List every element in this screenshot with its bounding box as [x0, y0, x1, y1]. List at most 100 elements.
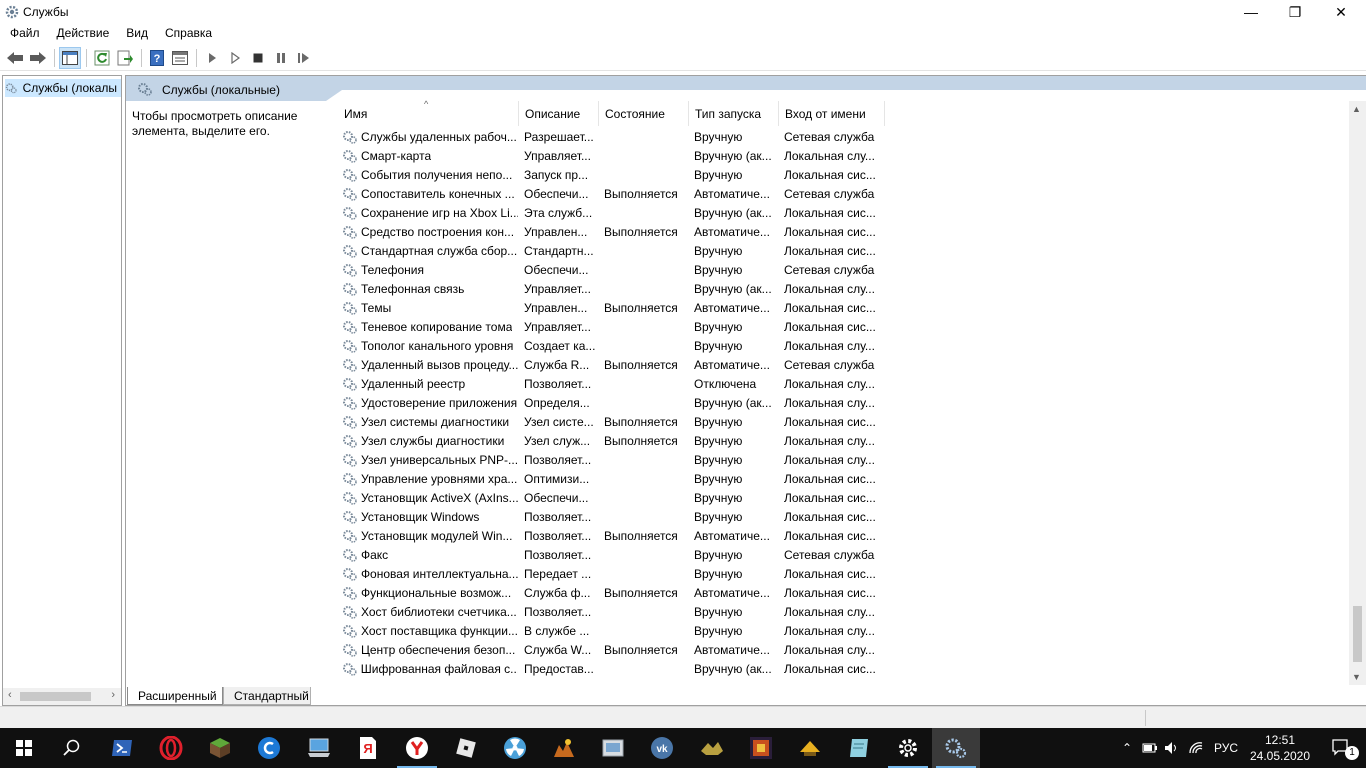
start-alt-button[interactable]	[224, 47, 246, 69]
table-row[interactable]: Средство построения кон... Управлен... Вып…	[338, 222, 884, 241]
taskbar-app-vk[interactable]: vk	[638, 728, 686, 768]
resume-service-button[interactable]	[293, 47, 315, 69]
table-row[interactable]: События получения непо... Запуск пр... Вру…	[338, 165, 884, 184]
taskbar-app-game2[interactable]	[688, 728, 736, 768]
table-row[interactable]: Центр обеспечения безоп... Служба W... Вып…	[338, 640, 884, 659]
console-tree: Службы (локалы ‹ ›	[2, 75, 122, 706]
table-row[interactable]: Фоновая интеллектуальна... Передает ... Вр…	[338, 564, 884, 583]
column-header-logon-as[interactable]: Вход от имени	[779, 101, 885, 126]
back-button[interactable]	[4, 47, 26, 69]
table-row[interactable]: Факс Позволяет... Вручную Сетевая служба	[338, 545, 884, 564]
opera-icon	[159, 736, 183, 760]
start-button[interactable]	[0, 728, 48, 768]
toolbar: ?	[0, 45, 1366, 71]
taskbar-app-yandex-browser[interactable]: Я	[344, 728, 392, 768]
taskbar-app-settings[interactable]	[884, 728, 932, 768]
tab-extended[interactable]: Расширенный	[127, 687, 223, 705]
menu-file[interactable]: Файл	[0, 24, 47, 44]
menu-action[interactable]: Действие	[47, 24, 117, 44]
taskbar-app-computer[interactable]	[295, 728, 343, 768]
show-hidden-icons-icon[interactable]: ⌃	[1118, 741, 1136, 755]
table-row[interactable]: Телефония Обеспечи... Вручную Сетевая служб…	[338, 260, 884, 279]
table-row[interactable]: Телефонная связь Управляет... Вручную (ак.…	[338, 279, 884, 298]
taskbar-app-services[interactable]	[932, 728, 980, 768]
service-description-cell: В службе ...	[524, 623, 590, 638]
taskbar-app-radiation[interactable]	[491, 728, 539, 768]
scroll-thumb[interactable]	[1353, 606, 1362, 662]
column-header-startup-type[interactable]: Тип запуска	[689, 101, 779, 126]
table-row[interactable]: Узел универсальных PNP-... Позволяет... Вр…	[338, 450, 884, 469]
battery-icon[interactable]	[1142, 742, 1158, 754]
table-row[interactable]: Шифрованная файловая с... Предостав... Вру…	[338, 659, 884, 678]
scroll-up-icon[interactable]: ▲	[1352, 104, 1361, 114]
maximize-button[interactable]: ❐	[1272, 0, 1318, 24]
table-row[interactable]: Управление уровнями хра... Оптимизи... Вру…	[338, 469, 884, 488]
service-logon-as-cell: Локальная сис...	[784, 414, 876, 429]
stop-service-button[interactable]	[247, 47, 269, 69]
pause-service-button[interactable]	[270, 47, 292, 69]
table-row[interactable]: Теневое копирование тома Управляет... Вруч…	[338, 317, 884, 336]
minimize-button[interactable]: —	[1228, 0, 1274, 24]
export-list-button[interactable]	[114, 47, 136, 69]
wifi-icon[interactable]	[1188, 741, 1204, 755]
table-row[interactable]: Сопоставитель конечных ... Обеспечи... Вып…	[338, 184, 884, 203]
search-button[interactable]	[48, 728, 96, 768]
taskbar-app-yandex[interactable]	[393, 728, 441, 768]
table-row[interactable]: Темы Управлен... Выполняется Автоматиче... Л…	[338, 298, 884, 317]
services-window: Службы — ❐ ✕ Файл Действие Вид Справка ?	[0, 0, 1366, 728]
taskbar-app-explorer[interactable]	[589, 728, 637, 768]
table-row[interactable]: Узел системы диагностики Узел систе... Вып…	[338, 412, 884, 431]
taskbar-app-powershell[interactable]	[98, 728, 146, 768]
list-vertical-scrollbar[interactable]: ▲ ▼	[1349, 101, 1366, 685]
tree-horizontal-scrollbar[interactable]: ‹ ›	[3, 688, 121, 705]
volume-icon[interactable]	[1164, 741, 1180, 755]
properties-button[interactable]	[169, 47, 191, 69]
language-indicator[interactable]: РУС	[1214, 741, 1238, 755]
table-row[interactable]: Стандартная служба сбор... Стандартн... Вр…	[338, 241, 884, 260]
table-row[interactable]: Удостоверение приложения Определя... Вручн…	[338, 393, 884, 412]
tree-item-services-local[interactable]: Службы (локалы	[5, 79, 121, 97]
table-row[interactable]: Хост библиотеки счетчика... Позволяет... В…	[338, 602, 884, 621]
restore-icon: ❐	[1288, 3, 1302, 20]
table-row[interactable]: Удаленный реестр Позволяет... Отключена Лок…	[338, 374, 884, 393]
column-header-status[interactable]: Состояние	[599, 101, 689, 126]
table-row[interactable]: Тополог канального уровня Создает ка... Вр…	[338, 336, 884, 355]
title-bar[interactable]: Службы — ❐ ✕	[0, 0, 1366, 24]
table-row[interactable]: Узел службы диагностики Узел служ... Выпол…	[338, 431, 884, 450]
table-row[interactable]: Функциональные возмож... Служба ф... Выпол…	[338, 583, 884, 602]
taskbar-app-game3[interactable]	[737, 728, 785, 768]
table-row[interactable]: Хост поставщика функции... В службе ... Вр…	[338, 621, 884, 640]
taskbar-app-roblox[interactable]	[442, 728, 490, 768]
taskbar-app-notepad[interactable]	[835, 728, 883, 768]
forward-button[interactable]	[27, 47, 49, 69]
menu-help[interactable]: Справка	[155, 24, 219, 44]
taskbar-app-opera[interactable]	[147, 728, 195, 768]
table-row[interactable]: Сохранение игр на Xbox Li... Эта служб...…	[338, 203, 884, 222]
start-service-button[interactable]	[201, 47, 223, 69]
refresh-button[interactable]	[91, 47, 113, 69]
tab-standard[interactable]: Стандартный	[223, 687, 311, 705]
service-startup-type-cell: Вручную	[694, 490, 743, 505]
action-center-button[interactable]: 1	[1318, 728, 1366, 768]
clock[interactable]: 12:51 24.05.2020	[1248, 732, 1312, 764]
menu-view[interactable]: Вид	[116, 24, 155, 44]
taskbar-app-minecraft[interactable]	[196, 728, 244, 768]
table-row[interactable]: Службы удаленных рабоч... Разрешает... Вру…	[338, 127, 884, 146]
close-button[interactable]: ✕	[1318, 0, 1364, 24]
taskbar-app-game4[interactable]	[786, 728, 834, 768]
scroll-down-icon[interactable]: ▼	[1352, 672, 1361, 682]
scroll-thumb[interactable]	[20, 692, 91, 701]
table-row[interactable]: Установщик Windows Позволяет... Вручную Лок…	[338, 507, 884, 526]
show-console-tree-button[interactable]	[59, 46, 81, 69]
taskbar-app-ccleaner[interactable]	[245, 728, 293, 768]
column-header-name[interactable]: Имя ^	[338, 99, 519, 126]
table-row[interactable]: Установщик ActiveX (AxIns... Обеспечи... В…	[338, 488, 884, 507]
column-header-description[interactable]: Описание	[519, 101, 599, 126]
scroll-right-icon[interactable]: ›	[111, 689, 115, 701]
scroll-left-icon[interactable]: ‹	[8, 689, 12, 701]
help-button[interactable]: ?	[146, 47, 168, 69]
taskbar-app-game[interactable]	[540, 728, 588, 768]
table-row[interactable]: Смарт-карта Управляет... Вручную (ак... Лок…	[338, 146, 884, 165]
table-row[interactable]: Установщик модулей Win... Позволяет... Вып…	[338, 526, 884, 545]
table-row[interactable]: Удаленный вызов процеду... Служба R... Вып…	[338, 355, 884, 374]
